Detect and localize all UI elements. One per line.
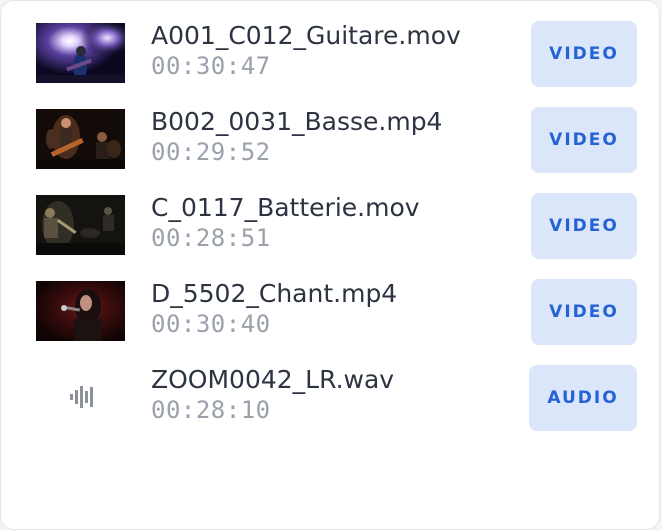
media-type-badge[interactable]: VIDEO <box>531 193 637 259</box>
drums-performance-thumbnail <box>36 195 125 255</box>
guitar-performance-thumbnail <box>36 23 125 83</box>
file-duration: 00:30:40 <box>151 310 271 338</box>
audio-waveform-icon <box>36 367 125 427</box>
media-type-badge[interactable]: VIDEO <box>531 279 637 345</box>
file-name: D_5502_Chant.mp4 <box>151 279 398 308</box>
vocals-performance-thumbnail <box>36 281 125 341</box>
file-name: ZOOM0042_LR.wav <box>151 365 395 394</box>
file-duration: 00:28:10 <box>151 396 271 424</box>
list-item-guitare[interactable]: A001_C012_Guitare.mov 00:30:47 VIDEO <box>1 21 661 107</box>
file-name: A001_C012_Guitare.mov <box>151 21 461 50</box>
media-file-list: A001_C012_Guitare.mov 00:30:47 VIDEO B00… <box>0 0 660 530</box>
list-item-batterie[interactable]: C_0117_Batterie.mov 00:28:51 VIDEO <box>1 193 661 279</box>
list-item-basse[interactable]: B002_0031_Basse.mp4 00:29:52 VIDEO <box>1 107 661 193</box>
list-item-chant[interactable]: D_5502_Chant.mp4 00:30:40 VIDEO <box>1 279 661 365</box>
file-duration: 00:28:51 <box>151 224 271 252</box>
media-type-badge[interactable]: AUDIO <box>529 365 637 431</box>
file-name: C_0117_Batterie.mov <box>151 193 420 222</box>
media-type-badge[interactable]: VIDEO <box>531 21 637 87</box>
media-type-badge[interactable]: VIDEO <box>531 107 637 173</box>
file-duration: 00:30:47 <box>151 52 271 80</box>
bass-performance-thumbnail <box>36 109 125 169</box>
file-name: B002_0031_Basse.mp4 <box>151 107 443 136</box>
file-duration: 00:29:52 <box>151 138 271 166</box>
list-item-zoom[interactable]: ZOOM0042_LR.wav 00:28:10 AUDIO <box>1 365 661 451</box>
